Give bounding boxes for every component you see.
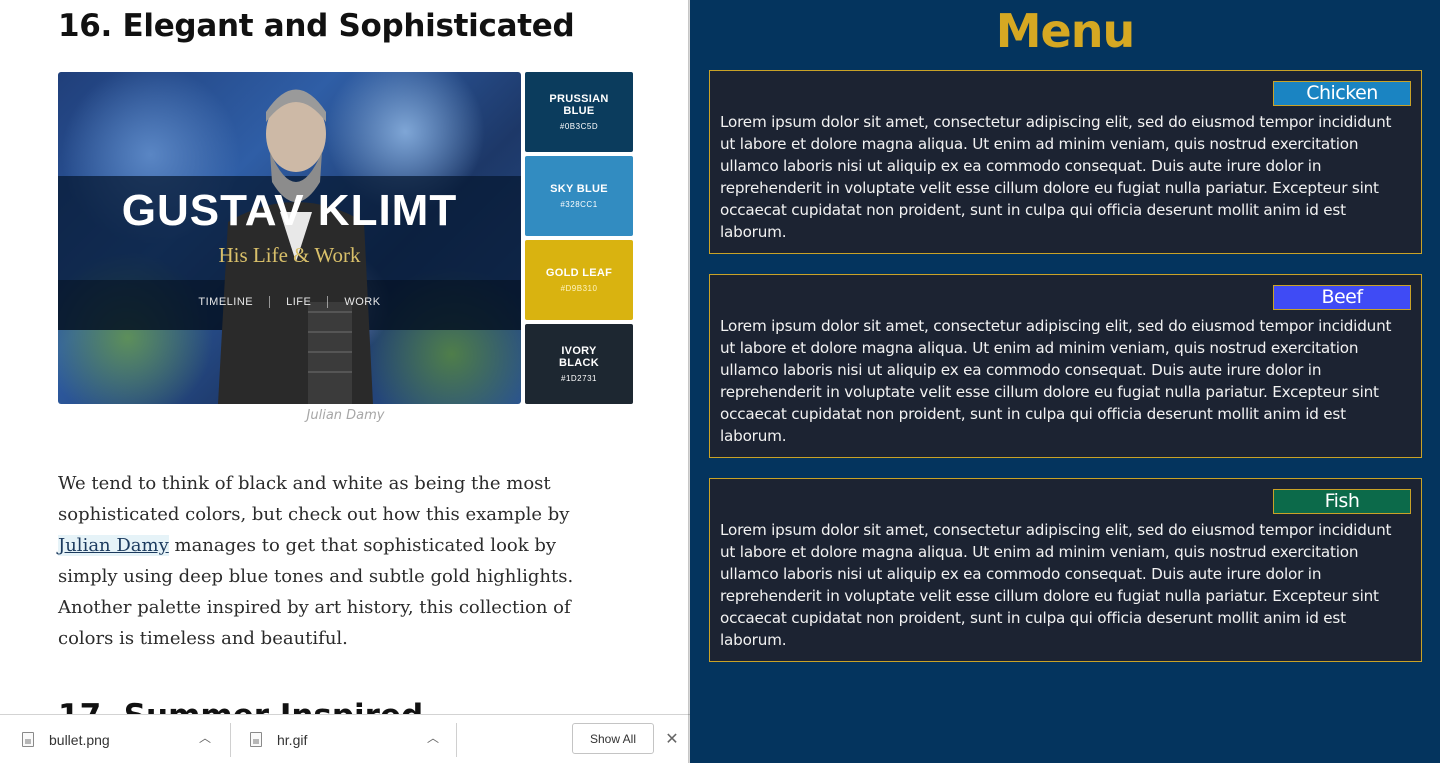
author-link[interactable]: Julian Damy bbox=[58, 535, 169, 556]
image-title: GUSTAV KLIMT bbox=[121, 186, 458, 235]
menu-item-tag[interactable]: Beef bbox=[1273, 285, 1411, 310]
menu-item-description: Lorem ipsum dolor sit amet, consectetur … bbox=[720, 521, 1392, 649]
swatch-gold-leaf: GOLD LEAF #D9B310 bbox=[525, 240, 633, 320]
swatch-name: IVORY BLACK bbox=[559, 345, 599, 369]
swatch-hex: #328CC1 bbox=[560, 200, 598, 209]
swatch-hex: #0B3C5D bbox=[559, 122, 599, 131]
file-icon bbox=[22, 732, 34, 747]
swatch-hex: #D9B310 bbox=[560, 284, 598, 293]
swatch-hex: #1D2731 bbox=[561, 374, 597, 383]
divider bbox=[456, 723, 457, 757]
chevron-up-icon[interactable]: ︿ bbox=[198, 731, 212, 745]
image-nav: TIMELINE LIFE WORK bbox=[58, 296, 521, 308]
menu-item-beef: Beef Lorem ipsum dolor sit amet, consect… bbox=[709, 274, 1422, 458]
file-icon bbox=[250, 732, 262, 747]
menu-item-tag[interactable]: Fish bbox=[1273, 489, 1411, 514]
image-nav-life: LIFE bbox=[270, 296, 329, 308]
article-paragraph: We tend to think of black and white as b… bbox=[58, 468, 618, 654]
swatch-name: PRUSSIAN BLUE bbox=[549, 93, 609, 117]
chevron-up-icon[interactable]: ︿ bbox=[426, 731, 440, 745]
article-pane: 16. Elegant and Sophisticated GUSTAV KLI… bbox=[0, 0, 690, 763]
menu-item-chicken: Chicken Lorem ipsum dolor sit amet, cons… bbox=[709, 70, 1422, 254]
download-item[interactable]: bullet.png ︿ bbox=[22, 715, 230, 763]
klimt-image: GUSTAV KLIMT His Life & Work TIMELINE LI… bbox=[58, 72, 521, 404]
close-icon[interactable]: ✕ bbox=[664, 731, 680, 747]
swatch-sky-blue: SKY BLUE #328CC1 bbox=[525, 156, 633, 236]
figure-caption: Julian Damy bbox=[306, 408, 385, 423]
menu-item-fish: Fish Lorem ipsum dolor sit amet, consect… bbox=[709, 478, 1422, 662]
download-filename: bullet.png bbox=[49, 731, 110, 748]
swatch-ivory-black: IVORY BLACK #1D2731 bbox=[525, 324, 633, 404]
divider bbox=[230, 723, 231, 757]
menu-item-tag[interactable]: Chicken bbox=[1273, 81, 1411, 106]
menu-title: Menu bbox=[995, 4, 1135, 58]
menu-pane: Menu Chicken Lorem ipsum dolor sit amet,… bbox=[690, 0, 1440, 763]
download-item[interactable]: hr.gif ︿ bbox=[250, 715, 456, 763]
portrait-illustration bbox=[218, 89, 373, 404]
swatch-name: GOLD LEAF bbox=[545, 267, 613, 279]
image-nav-timeline: TIMELINE bbox=[182, 296, 271, 308]
download-shelf: bullet.png ︿ hr.gif ︿ Show All ✕ bbox=[0, 714, 690, 763]
swatch-prussian-blue: PRUSSIAN BLUE #0B3C5D bbox=[525, 72, 633, 152]
menu-item-description: Lorem ipsum dolor sit amet, consectetur … bbox=[720, 317, 1392, 445]
image-subtitle: His Life & Work bbox=[218, 243, 361, 267]
show-all-button[interactable]: Show All bbox=[572, 723, 654, 754]
image-nav-work: WORK bbox=[344, 296, 381, 308]
article-heading: 16. Elegant and Sophisticated bbox=[58, 8, 575, 44]
menu-item-description: Lorem ipsum dolor sit amet, consectetur … bbox=[720, 113, 1392, 241]
download-filename: hr.gif bbox=[277, 731, 308, 748]
palette-figure: GUSTAV KLIMT His Life & Work TIMELINE LI… bbox=[58, 72, 633, 404]
swatch-name: SKY BLUE bbox=[550, 183, 608, 195]
paragraph-text: We tend to think of black and white as b… bbox=[58, 473, 570, 525]
